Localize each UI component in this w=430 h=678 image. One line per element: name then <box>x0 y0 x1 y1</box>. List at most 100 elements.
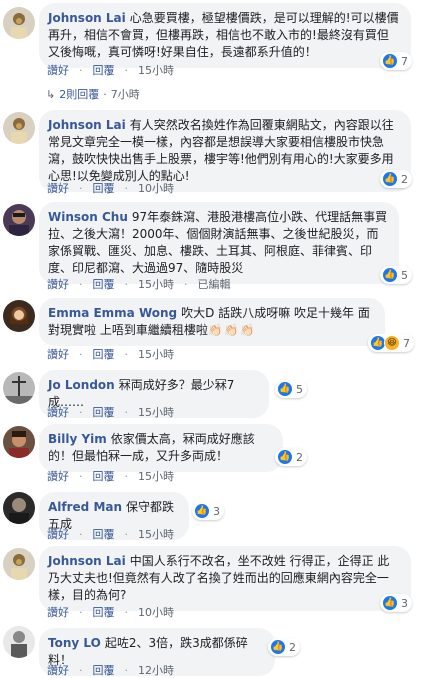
edited-label[interactable]: 已編輯 <box>198 276 231 292</box>
comment-meta: 讚好 · 回覆 · 15小時 <box>47 62 174 78</box>
separator: · <box>124 663 129 677</box>
like-button[interactable]: 讚好 <box>47 468 69 484</box>
reaction-count: 5 <box>296 382 303 396</box>
reaction-count: 3 <box>213 504 220 518</box>
comment-author[interactable]: Johnson Lai <box>48 118 126 132</box>
view-replies-link[interactable]: ↳ 2則回覆 · 7小時 <box>46 86 140 102</box>
like-button[interactable]: 讚好 <box>47 62 69 78</box>
reaction-summary[interactable]: 👍 2 <box>268 638 300 656</box>
comment-meta: 讚好 · 回覆 · 15小時 <box>47 346 174 362</box>
timestamp[interactable]: 10小時 <box>138 604 174 620</box>
timestamp[interactable]: 10小時 <box>138 180 174 196</box>
avatar[interactable] <box>3 426 35 458</box>
reaction-count: 5 <box>401 268 408 282</box>
reply-button[interactable]: 回覆 <box>93 404 115 420</box>
comment-author[interactable]: Alfred Man <box>48 500 122 514</box>
timestamp[interactable]: 15小時 <box>138 404 174 420</box>
avatar[interactable] <box>3 300 35 332</box>
comment-author[interactable]: Johnson Lai <box>48 554 126 568</box>
reply-button[interactable]: 回覆 <box>93 604 115 620</box>
comment-bubble: Billy Yim 依家價太高，冧両成好應該的！但最怕冧一成，又升多両成！ <box>39 424 283 472</box>
reaction-summary[interactable]: 👍 5 <box>380 266 412 284</box>
separator: · <box>124 347 129 361</box>
reaction-count: 2 <box>289 640 296 654</box>
comment-meta: 讚好 · 回覆 · 15小時 <box>47 526 174 542</box>
avatar[interactable] <box>3 492 35 524</box>
avatar[interactable] <box>3 548 35 580</box>
like-icon: 👍 <box>270 639 286 655</box>
comment-author[interactable]: Tony LO <box>48 636 101 650</box>
like-icon: 👍 <box>277 381 293 397</box>
comment-meta: 讚好 · 回覆 · 12小時 <box>47 662 174 678</box>
separator: · <box>124 469 129 483</box>
comment-meta: 讚好 · 回覆 · 15小時 <box>47 468 174 484</box>
comment-author[interactable]: Billy Yim <box>48 432 107 446</box>
reply-button[interactable]: 回覆 <box>93 526 115 542</box>
separator: · <box>184 277 188 291</box>
avatar[interactable] <box>3 204 35 236</box>
like-icon: 👍 <box>382 595 398 611</box>
separator: · <box>79 605 83 619</box>
comment-bubble: Johnson Lai 心急要買樓，極望樓價跌，是可以理解的!可以樓價再升，相信不… <box>39 3 411 68</box>
reaction-summary[interactable]: 👍 3 <box>192 502 224 520</box>
avatar[interactable] <box>3 372 35 404</box>
like-icon: 👍 <box>382 53 398 69</box>
reply-button[interactable]: 回覆 <box>93 346 115 362</box>
timestamp[interactable]: 12小時 <box>138 662 174 678</box>
reply-button[interactable]: 回覆 <box>93 180 115 196</box>
separator: · <box>79 347 83 361</box>
timestamp[interactable]: 15小時 <box>138 468 174 484</box>
timestamp[interactable]: 15小時 <box>138 346 174 362</box>
reply-button[interactable]: 回覆 <box>93 662 115 678</box>
separator: · <box>79 663 83 677</box>
like-button[interactable]: 讚好 <box>47 346 69 362</box>
separator: · <box>79 405 83 419</box>
timestamp[interactable]: 15小時 <box>138 276 174 292</box>
clap-emojis: 👏🏻👏🏻👏🏻 <box>207 323 256 337</box>
separator: · <box>79 181 83 195</box>
like-icon: 👍 <box>382 171 398 187</box>
like-button[interactable]: 讚好 <box>47 604 69 620</box>
like-button[interactable]: 讚好 <box>47 180 69 196</box>
reaction-summary[interactable]: 👍 7 <box>380 52 412 70</box>
comment-meta: 讚好 · 回覆 · 15小時 <box>47 404 174 420</box>
comment-meta: 讚好 · 回覆 · 10小時 <box>47 604 174 620</box>
comment-author[interactable]: Emma Emma Wong <box>48 306 177 320</box>
avatar[interactable] <box>3 112 35 144</box>
reply-button[interactable]: 回覆 <box>93 468 115 484</box>
comment-meta: 讚好 · 回覆 · 15小時 · 已編輯 <box>47 276 231 292</box>
like-button[interactable]: 讚好 <box>47 404 69 420</box>
reaction-summary[interactable]: 👍 3 <box>380 594 412 612</box>
haha-icon: 😆 <box>384 335 400 351</box>
reaction-summary[interactable]: 👍 2 <box>275 448 307 466</box>
reply-arrow-icon: ↳ <box>46 87 56 101</box>
separator: · <box>124 405 129 419</box>
avatar[interactable] <box>3 626 35 658</box>
separator: · <box>103 87 107 101</box>
separator: · <box>79 277 83 291</box>
replies-label[interactable]: 2則回覆 <box>59 86 99 102</box>
comment-author[interactable]: Johnson Lai <box>48 11 126 25</box>
like-button[interactable]: 讚好 <box>47 662 69 678</box>
separator: · <box>79 527 83 541</box>
avatar[interactable] <box>3 7 35 39</box>
like-button[interactable]: 讚好 <box>47 526 69 542</box>
comment-author[interactable]: Jo London <box>48 378 115 392</box>
timestamp[interactable]: 15小時 <box>138 62 174 78</box>
reply-button[interactable]: 回覆 <box>93 276 115 292</box>
separator: · <box>124 605 129 619</box>
like-icon: 👍 <box>194 503 210 519</box>
reply-button[interactable]: 回覆 <box>93 62 115 78</box>
like-button[interactable]: 讚好 <box>47 276 69 292</box>
reaction-summary[interactable]: 👍 😆 7 <box>368 334 414 352</box>
reaction-count: 7 <box>403 336 410 350</box>
comment-author[interactable]: Winson Chu <box>48 210 128 224</box>
reaction-count: 7 <box>401 54 408 68</box>
comment-bubble: Emma Emma Wong 吹大D 話跌八成呀嘛 吹足十幾年 面對現實啦 上唔到… <box>39 298 385 346</box>
separator: · <box>124 63 129 77</box>
reaction-summary[interactable]: 👍 2 <box>380 170 412 188</box>
timestamp[interactable]: 15小時 <box>138 526 174 542</box>
separator: · <box>79 469 83 483</box>
comment-bubble: Winson Chu 97年泰銖瀉、港股港樓高位小跌、代理話無事買拉、之後大瀉！2… <box>39 202 399 284</box>
reaction-summary[interactable]: 👍 5 <box>275 380 307 398</box>
